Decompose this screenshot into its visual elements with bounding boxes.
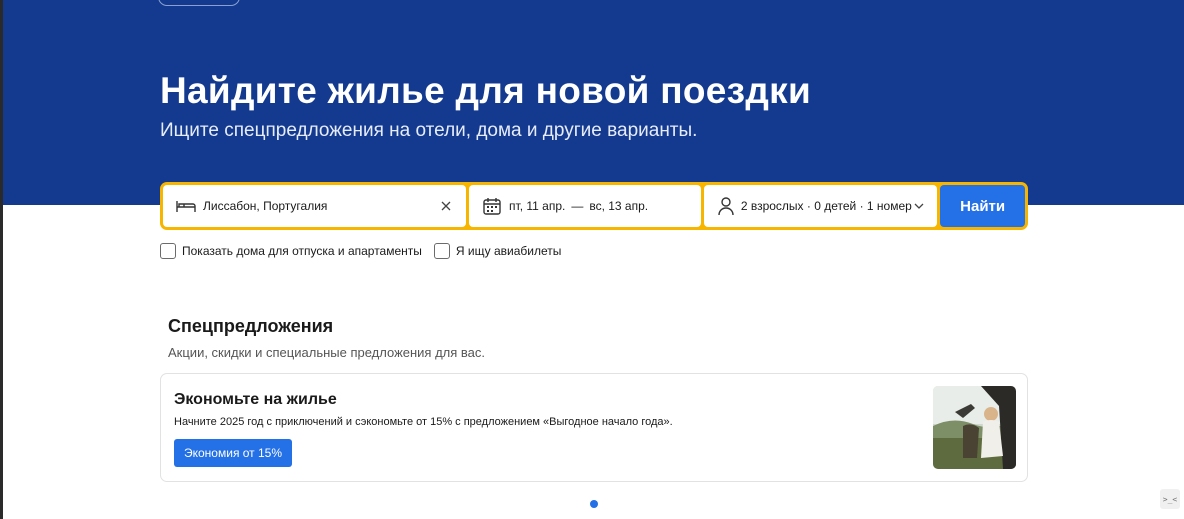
corner-widget[interactable]: >_<	[1160, 489, 1180, 509]
page-subtitle: Ищите спецпредложения на отели, дома и д…	[160, 120, 698, 141]
guests-value: 2 взрослых · 0 детей · 1 номер	[740, 199, 912, 213]
deal-card-button[interactable]: Экономия от 15%	[174, 439, 293, 467]
homes-checkbox-box[interactable]	[160, 243, 176, 259]
header-button[interactable]	[158, 0, 240, 6]
destination-value: Лиссабон, Португалия	[203, 199, 328, 213]
flights-checkbox[interactable]: Я ищу авиабилеты	[433, 243, 562, 259]
flights-checkbox-box[interactable]	[433, 243, 450, 259]
deals-subtitle: Акции, скидки и специальные предложения …	[168, 345, 486, 360]
flights-checkbox-label: Я ищу авиабилеты	[455, 244, 562, 258]
search-options: Показать дома для отпуска и апартаменты …	[160, 243, 573, 259]
date-field[interactable]: пт, 11 апр. — вс, 13 апр.	[469, 185, 702, 227]
date-start: пт, 11 апр.	[509, 199, 566, 213]
deal-card-title: Экономьте на жилье	[174, 391, 337, 408]
person-icon	[716, 195, 735, 217]
close-icon[interactable]	[438, 198, 454, 214]
search-button[interactable]: Найти	[940, 185, 1025, 227]
deal-card[interactable]: Экономьте на жилье Начните 2025 год с пр…	[160, 373, 1028, 482]
carousel-dot[interactable]	[590, 500, 598, 508]
date-separator: —	[571, 199, 584, 213]
chevron-down-icon	[912, 198, 925, 214]
deals-title: Спецпредложения	[168, 316, 334, 336]
page-title: Найдите жилье для новой поездки	[160, 70, 812, 111]
homes-checkbox-label: Показать дома для отпуска и апартаменты	[182, 244, 422, 258]
date-end: вс, 13 апр.	[589, 199, 649, 213]
deal-card-image	[933, 386, 1016, 469]
search-bar: Лиссабон, Португалия пт, 11 апр. — вс, 1…	[160, 182, 1028, 230]
guests-field[interactable]: 2 взрослых · 0 детей · 1 номер	[704, 185, 938, 227]
destination-field[interactable]: Лиссабон, Португалия	[163, 185, 467, 227]
bed-icon	[175, 195, 197, 217]
window-edge	[0, 0, 3, 519]
deal-card-text: Начните 2025 год с приключений и сэконом…	[174, 416, 673, 428]
calendar-icon	[481, 195, 503, 217]
homes-checkbox[interactable]: Показать дома для отпуска и апартаменты	[160, 243, 422, 259]
